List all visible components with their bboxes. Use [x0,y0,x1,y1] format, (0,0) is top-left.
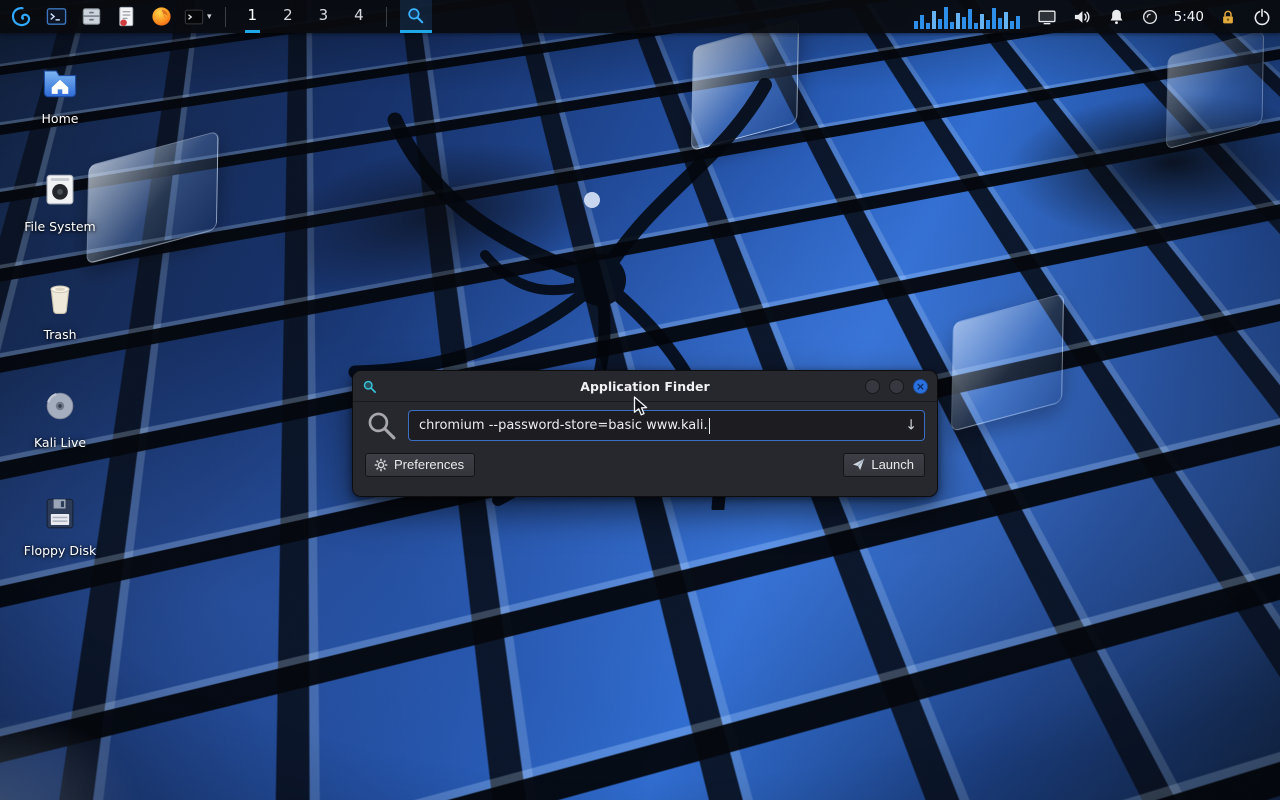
text-caret [709,418,711,434]
desktop-icon-label: Floppy Disk [24,543,96,558]
command-input[interactable]: chromium --password-store=basic www.kali… [408,410,925,441]
logout-power-icon[interactable] [1252,7,1272,27]
gear-icon [374,458,388,472]
file-manager-icon[interactable] [78,4,104,30]
window-title: Application Finder [353,379,937,394]
launch-button[interactable]: Launch [843,453,925,477]
trash-can-icon [34,272,86,324]
text-editor-icon[interactable] [113,4,139,30]
notifications-bell-icon[interactable] [1107,7,1126,26]
lock-icon[interactable] [1219,8,1237,26]
file-system-drive-icon [34,164,86,216]
chevron-down-icon: ▾ [207,12,212,22]
minimize-button[interactable] [865,379,880,394]
kali-menu-icon[interactable] [8,4,34,30]
desktop-icon-list: Home File System Trash [12,56,108,560]
desktop-icon-trash[interactable]: Trash [12,272,108,344]
volume-icon[interactable] [1072,7,1092,27]
desktop-icon-label: Trash [43,327,76,342]
desktop-icon-label: File System [24,219,96,234]
launch-button-label: Launch [871,457,914,472]
cpu-graph[interactable] [914,5,1022,29]
top-panel: ▾ 1 2 3 4 [0,0,1280,33]
input-dropdown-icon[interactable]: ↓ [905,417,917,433]
close-button[interactable]: × [913,379,928,394]
optical-disc-icon [34,380,86,432]
desktop-icon-label: Home [42,111,79,126]
mouse-cursor [633,396,653,418]
status-tray-icon[interactable] [1141,8,1159,26]
panel-separator [225,7,226,27]
workspace-3[interactable]: 3 [316,0,332,33]
search-icon [406,6,425,25]
preferences-button[interactable]: Preferences [365,453,475,477]
desktop-icon-kali-live[interactable]: Kali Live [12,380,108,452]
firefox-icon[interactable] [148,4,174,30]
floppy-disk-icon [34,488,86,540]
home-folder-icon [34,56,86,108]
workspace-2[interactable]: 2 [280,0,296,33]
desktop-icon-label: Kali Live [34,435,86,450]
workspace-4[interactable]: 4 [351,0,367,33]
desktop-icon-file-system[interactable]: File System [12,164,108,236]
terminal-dropdown[interactable]: ▾ [183,4,212,30]
clock[interactable]: 5:40 [1174,9,1204,25]
desktop-icon-home[interactable]: Home [12,56,108,128]
application-finder-window: Application Finder × chromium --password… [352,370,938,497]
preferences-button-label: Preferences [394,457,464,472]
command-input-text: chromium --password-store=basic www.kali… [419,418,708,433]
workspace-switcher: 1 2 3 4 [245,0,367,33]
maximize-button[interactable] [889,379,904,394]
display-icon[interactable] [1037,7,1057,27]
workspace-1[interactable]: 1 [245,0,261,33]
desktop-icon-floppy-disk[interactable]: Floppy Disk [12,488,108,560]
close-icon: × [916,381,925,392]
application-finder-taskbar-button[interactable] [400,0,432,33]
panel-separator [386,7,387,27]
terminal-launcher-icon[interactable] [43,4,69,30]
search-icon [365,409,398,442]
launch-icon [852,458,865,471]
